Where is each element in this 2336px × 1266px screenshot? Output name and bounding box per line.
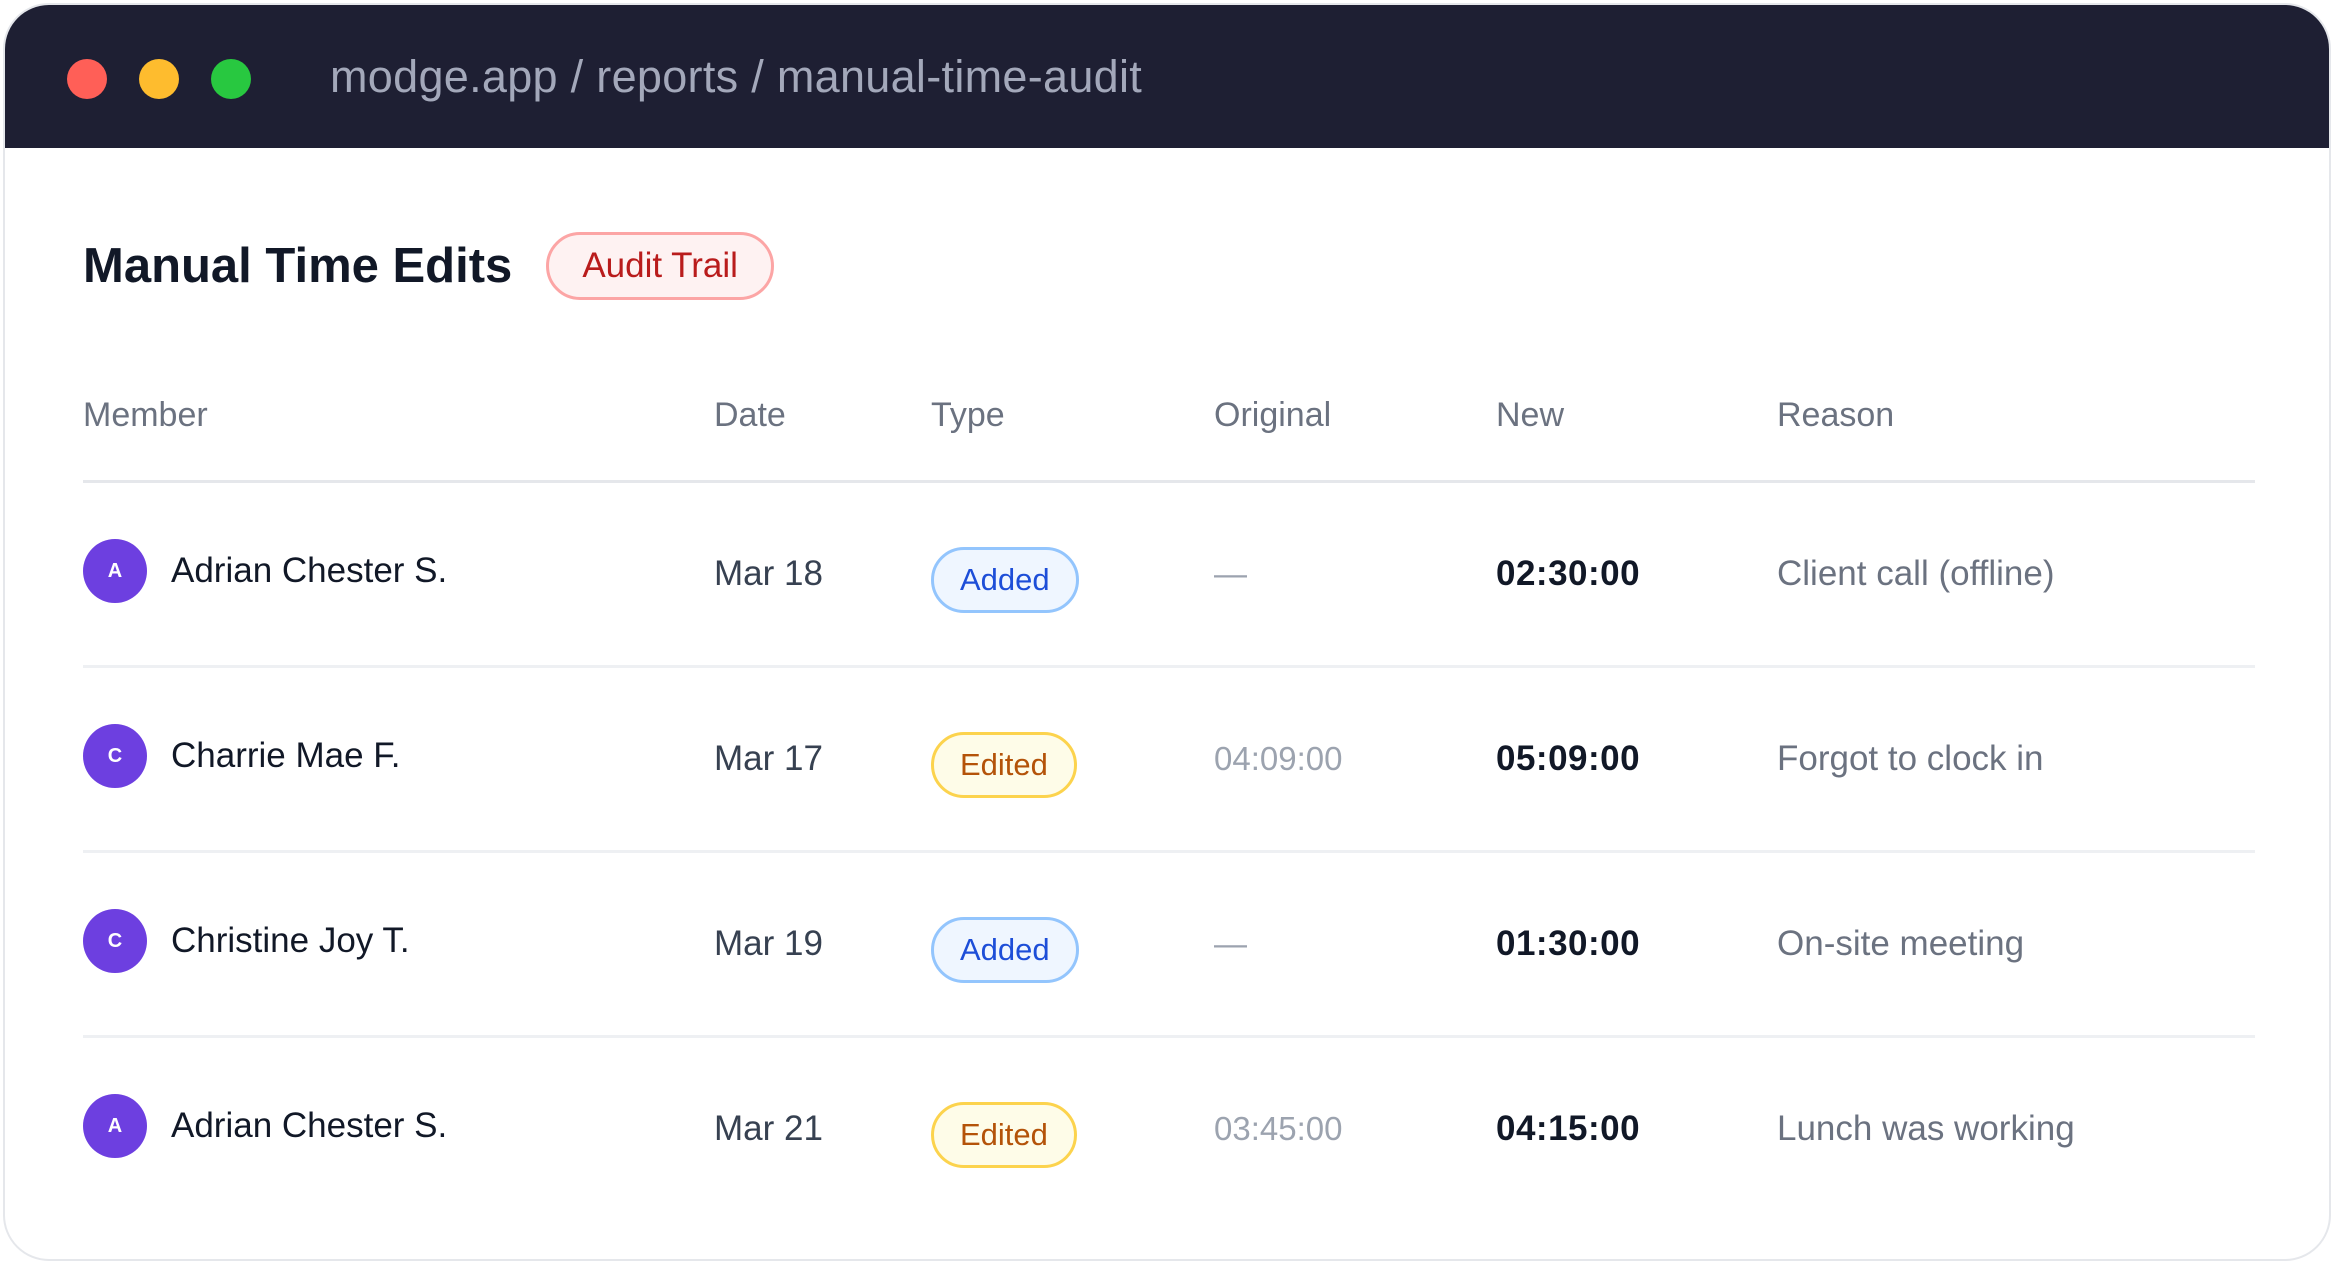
new-time: 01:30:00 [1496, 924, 1641, 963]
edit-date: Mar 19 [714, 924, 823, 963]
manual-edits-table: Member Date Type Original New Reason A A… [83, 368, 2255, 1220]
member-name: Adrian Chester S. [171, 551, 448, 590]
new-cell: 01:30:00 [1496, 853, 1640, 1035]
avatar: A [83, 539, 147, 603]
member-name: Charrie Mae F. [171, 736, 401, 775]
table-row[interactable]: A Adrian Chester S. Mar 21 Edited 03:45:… [83, 1038, 2255, 1220]
minimize-window-button[interactable] [139, 59, 179, 99]
column-header-reason[interactable]: Reason [1777, 390, 1894, 440]
avatar: A [83, 1094, 147, 1158]
new-cell: 05:09:00 [1496, 668, 1640, 850]
edit-date: Mar 18 [714, 554, 823, 593]
table-row[interactable]: A Adrian Chester S. Mar 18 Added — 02:30… [83, 483, 2255, 668]
date-cell: Mar 17 [714, 668, 823, 850]
type-badge-edited: Edited [931, 732, 1077, 798]
type-badge-added: Added [931, 547, 1079, 613]
new-cell: 04:15:00 [1496, 1038, 1640, 1220]
reason-cell: Lunch was working [1777, 1038, 2075, 1220]
avatar: C [83, 724, 147, 788]
table-row[interactable]: C Charrie Mae F. Mar 17 Edited 04:09:00 … [83, 668, 2255, 853]
original-time: 03:45:00 [1214, 1110, 1343, 1147]
column-header-date[interactable]: Date [714, 390, 786, 440]
original-cell: 04:09:00 [1214, 668, 1342, 850]
original-time: 04:09:00 [1214, 740, 1343, 777]
original-time: — [1214, 555, 1247, 592]
page-header: Manual Time Edits Audit Trail [83, 231, 774, 301]
type-cell: Added [931, 853, 1079, 1035]
type-badge-edited: Edited [931, 1102, 1077, 1168]
avatar: C [83, 909, 147, 973]
edit-reason: Lunch was working [1777, 1109, 2075, 1148]
page-title: Manual Time Edits [83, 239, 513, 293]
member-name: Christine Joy T. [171, 921, 410, 960]
reason-cell: Client call (offline) [1777, 483, 2055, 665]
original-cell: 03:45:00 [1214, 1038, 1342, 1220]
table-row[interactable]: C Christine Joy T. Mar 19 Added — 01:30:… [83, 853, 2255, 1038]
page-content: Manual Time Edits Audit Trail Member Dat… [5, 148, 2329, 1259]
member-cell: A Adrian Chester S. [83, 483, 447, 665]
reason-cell: On-site meeting [1777, 853, 2024, 1035]
browser-window: modge.app / reports / manual-time-audit … [3, 3, 2331, 1261]
date-cell: Mar 18 [714, 483, 823, 665]
address-path[interactable]: modge.app / reports / manual-time-audit [330, 47, 1142, 107]
column-header-type[interactable]: Type [931, 390, 1005, 440]
original-cell: — [1214, 483, 1247, 665]
member-name: Adrian Chester S. [171, 1106, 448, 1145]
member-cell: A Adrian Chester S. [83, 1038, 447, 1220]
new-time: 02:30:00 [1496, 554, 1641, 593]
new-time: 04:15:00 [1496, 1109, 1641, 1148]
new-time: 05:09:00 [1496, 739, 1641, 778]
column-header-original[interactable]: Original [1214, 390, 1331, 440]
table-header: Member Date Type Original New Reason [83, 368, 2255, 483]
member-cell: C Christine Joy T. [83, 853, 410, 1035]
type-cell: Edited [931, 1038, 1077, 1220]
audit-trail-badge: Audit Trail [546, 232, 774, 300]
edit-reason: On-site meeting [1777, 924, 2025, 963]
member-cell: C Charrie Mae F. [83, 668, 401, 850]
new-cell: 02:30:00 [1496, 483, 1640, 665]
reason-cell: Forgot to clock in [1777, 668, 2044, 850]
column-header-new[interactable]: New [1496, 390, 1564, 440]
maximize-window-button[interactable] [211, 59, 251, 99]
column-header-member[interactable]: Member [83, 390, 208, 440]
edit-reason: Forgot to clock in [1777, 739, 2044, 778]
close-window-button[interactable] [67, 59, 107, 99]
original-cell: — [1214, 853, 1247, 1035]
edit-date: Mar 21 [714, 1109, 823, 1148]
edit-reason: Client call (offline) [1777, 554, 2055, 593]
title-bar: modge.app / reports / manual-time-audit [5, 5, 2329, 148]
original-time: — [1214, 925, 1247, 962]
edit-date: Mar 17 [714, 739, 823, 778]
type-cell: Added [931, 483, 1079, 665]
date-cell: Mar 21 [714, 1038, 823, 1220]
type-cell: Edited [931, 668, 1077, 850]
date-cell: Mar 19 [714, 853, 823, 1035]
type-badge-added: Added [931, 917, 1079, 983]
